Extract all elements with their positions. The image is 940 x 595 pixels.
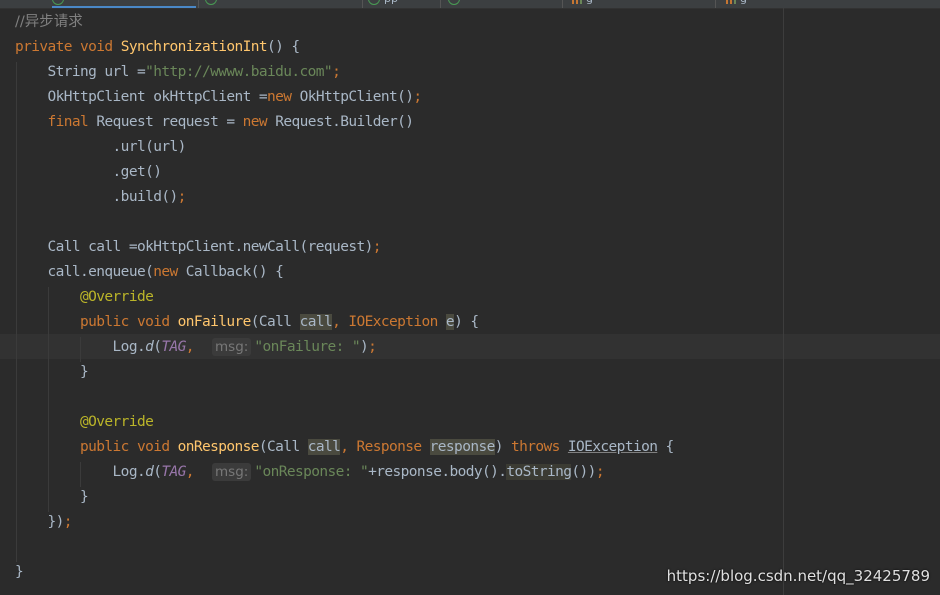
code-line: public void onFailure(Call call, IOExcep… (15, 314, 479, 330)
code-line: call.enqueue(new Callback() { (15, 264, 284, 280)
code-line: Call call =okHttpClient.newCall(request)… (15, 239, 382, 255)
editor-tab[interactable]: g (572, 0, 712, 6)
editor-tab[interactable]: pp (368, 0, 436, 6)
code-line: Log.d(TAG, msg: "onFailure: "); (15, 338, 377, 356)
circle-icon (368, 0, 380, 5)
code-line: @Override (15, 414, 154, 430)
tab-divider (198, 0, 199, 8)
code-editor-window: pp g g //异步请求 private void Synchronizati… (0, 0, 940, 595)
parameter-hint: msg: (212, 338, 252, 356)
code-line: .get() (15, 164, 162, 180)
editor-tab[interactable] (52, 0, 192, 6)
code-line: private void SynchronizationInt() { (15, 39, 300, 55)
tab-divider (362, 0, 363, 8)
watermark-text: https://blog.csdn.net/qq_32425789 (666, 567, 930, 585)
tab-divider (562, 0, 563, 8)
code-line: public void onResponse(Call call, Respon… (15, 439, 674, 455)
active-tab-indicator (52, 6, 196, 8)
gradle-icon (726, 0, 736, 4)
editor-tab[interactable]: g (726, 0, 936, 6)
editor-tab[interactable] (448, 0, 558, 6)
code-line: @Override (15, 289, 154, 305)
code-line: String url ="http://wwww.baidu.com"; (15, 64, 341, 80)
right-margin-guide (783, 8, 784, 595)
code-line: .url(url) (15, 139, 187, 155)
editor-tab-bar: pp g g (0, 0, 940, 9)
tab-divider (440, 0, 441, 8)
code-line: Log.d(TAG, msg: "onResponse: "+response.b… (15, 463, 605, 481)
gradle-icon (572, 0, 582, 4)
code-line: } (15, 564, 24, 580)
android-icon (205, 0, 217, 5)
java-class-icon (52, 0, 64, 5)
circle-icon (448, 0, 460, 5)
code-line: .build(); (15, 189, 187, 205)
code-line: //异步请求 (15, 14, 83, 30)
code-line: final Request request = new Request.Buil… (15, 114, 414, 130)
code-line: OkHttpClient okHttpClient =new OkHttpCli… (15, 89, 423, 105)
parameter-hint: msg: (212, 463, 252, 481)
editor-tab[interactable] (205, 0, 355, 6)
code-line: }); (15, 514, 73, 530)
tab-divider (715, 0, 716, 8)
code-line: } (15, 489, 89, 505)
code-line: } (15, 364, 89, 380)
